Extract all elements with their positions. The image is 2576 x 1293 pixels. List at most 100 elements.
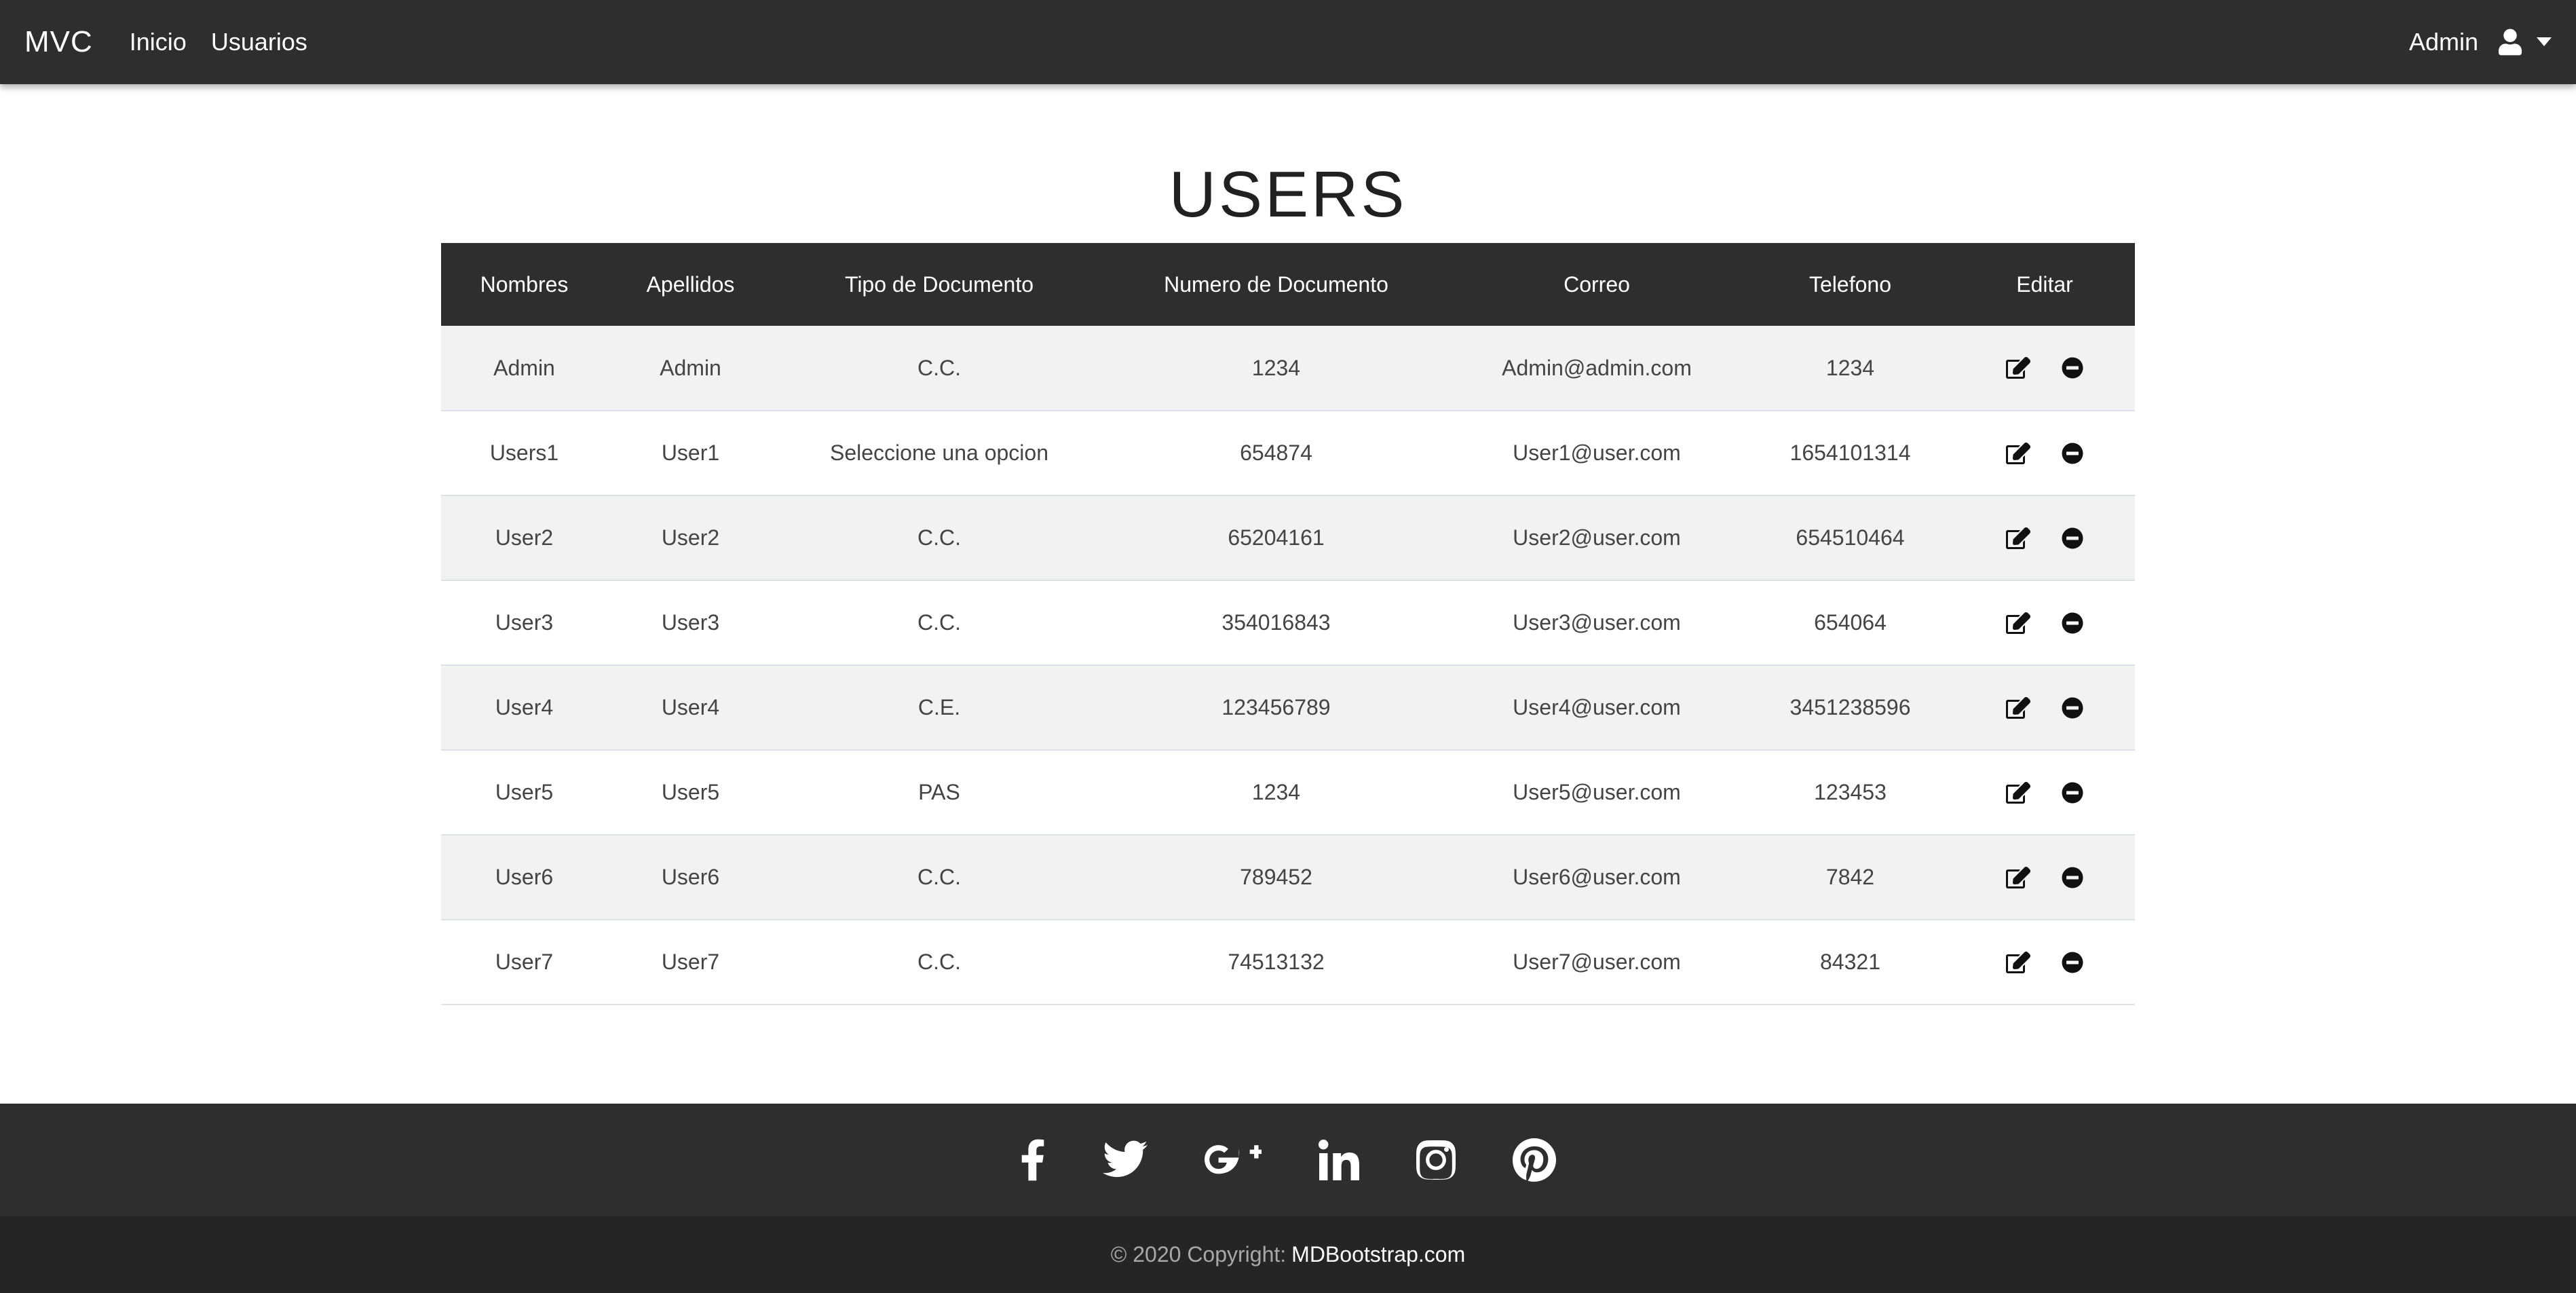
edit-icon[interactable] [2006,696,2030,719]
cell-correo: User4@user.com [1513,695,1681,719]
users-table-container: Nombres Apellidos Tipo de Documento Nume… [441,243,2135,1005]
table-row: User6 User6 C.C. 789452 User6@user.com 7842 [441,835,2135,920]
table-row: Users1 User1 Seleccione una opcion 654874 Us… [441,411,2135,495]
column-header-telefono: Telefono [1809,271,1891,297]
cell-apellidos: User3 [661,610,720,635]
row-actions [1954,781,2135,804]
cell-nombres: User4 [495,695,554,719]
cell-actions [1954,411,2135,495]
cell-nombres: User2 [495,525,554,550]
cell-apellidos: User6 [661,865,720,889]
table-row: User4 User4 C.E. 123456789 User4@user.com 345… [441,665,2135,750]
row-actions [1954,612,2135,634]
column-header-tipo-documento: Tipo de Documento [844,271,1034,297]
copyright-link[interactable]: MDBootstrap.com [1291,1242,1465,1267]
user-name: Admin [2408,28,2478,56]
row-actions [1954,951,2135,973]
edit-icon[interactable] [2006,866,2030,888]
twitter-icon[interactable] [1103,1140,1148,1180]
cell-correo: User2@user.com [1513,525,1681,550]
copyright-text: © 2020 Copyright: [1110,1242,1287,1267]
cell-telefono: 84321 [1820,950,1880,974]
table-row: User5 User5 PAS 1234 User5@user.com 123453 [441,750,2135,835]
cell-tipo-documento: C.C. [917,525,961,550]
cell-numero-documento: 65204161 [1228,525,1325,550]
cell-telefono: 654510464 [1796,525,1905,550]
cell-telefono: 1654101314 [1789,441,1911,465]
cell-tipo-documento: PAS [918,780,960,804]
cell-actions [1954,326,2135,411]
row-actions [1954,527,2135,549]
brand-logo[interactable]: MVC [24,25,93,59]
cell-telefono: 123453 [1814,780,1887,804]
remove-circle-icon[interactable] [2062,782,2083,804]
navbar: MVC Inicio Usuarios Admin [0,0,2576,84]
edit-icon[interactable] [2006,612,2030,634]
cell-correo: User3@user.com [1513,610,1681,635]
remove-circle-icon[interactable] [2062,697,2083,719]
row-actions [1954,442,2135,464]
cell-numero-documento: 354016843 [1221,610,1331,635]
edit-icon[interactable] [2006,527,2030,549]
cell-tipo-documento: C.C. [917,355,961,380]
cell-tipo-documento: C.C. [917,865,961,889]
cell-correo: Admin@admin.com [1502,355,1692,380]
column-header-numero-documento: Numero de Documento [1164,271,1388,297]
edit-icon[interactable] [2006,442,2030,464]
cell-numero-documento: 74513132 [1228,950,1325,974]
cell-nombres: User6 [495,865,554,889]
remove-circle-icon[interactable] [2062,357,2083,379]
cell-numero-documento: 1234 [1251,780,1301,804]
cell-apellidos: User1 [661,441,720,465]
cell-actions [1954,835,2135,920]
user-icon [2499,29,2522,56]
row-actions [1954,357,2135,379]
row-actions [1954,696,2135,719]
cell-nombres: User3 [495,610,554,635]
google-plus-icon[interactable] [1205,1142,1262,1178]
cell-nombres: User7 [495,950,554,974]
edit-icon[interactable] [2006,781,2030,804]
page-title: USERS [1169,158,1407,231]
edit-icon[interactable] [2006,357,2030,379]
instagram-icon[interactable] [1416,1140,1456,1180]
column-header-nombres: Nombres [480,271,569,297]
cell-tipo-documento: C.E. [917,695,961,719]
facebook-icon[interactable] [1020,1137,1046,1183]
column-header-correo: Correo [1564,271,1630,297]
cell-actions [1954,750,2135,835]
nav-link-usuarios[interactable]: Usuarios [211,28,307,56]
remove-circle-icon[interactable] [2062,952,2083,973]
cell-tipo-documento: C.C. [917,950,961,974]
remove-circle-icon[interactable] [2062,612,2083,634]
users-table: Nombres Apellidos Tipo de Documento Nume… [441,243,2135,1005]
cell-actions [1954,665,2135,750]
footer-social-bar [0,1104,2576,1216]
column-header-apellidos: Apellidos [646,271,735,297]
pinterest-icon[interactable] [1513,1138,1556,1182]
table-header-row: Nombres Apellidos Tipo de Documento Nume… [441,243,2135,326]
cell-nombres: Admin [493,355,555,380]
remove-circle-icon[interactable] [2062,867,2083,888]
cell-correo: User1@user.com [1513,441,1681,465]
cell-apellidos: User2 [661,525,720,550]
edit-icon[interactable] [2006,951,2030,973]
cell-apellidos: User5 [661,780,720,804]
cell-correo: User6@user.com [1513,865,1681,889]
nav-link-inicio[interactable]: Inicio [130,28,187,56]
cell-numero-documento: 123456789 [1221,695,1331,719]
remove-circle-icon[interactable] [2062,527,2083,549]
cell-apellidos: User7 [661,950,720,974]
cell-correo: User7@user.com [1513,950,1681,974]
cell-telefono: 7842 [1825,865,1875,889]
cell-telefono: 1234 [1825,355,1875,380]
cell-numero-documento: 654874 [1240,441,1312,465]
cell-telefono: 654064 [1814,610,1887,635]
caret-down-icon [2537,37,2552,47]
remove-circle-icon[interactable] [2062,443,2083,464]
cell-actions [1954,920,2135,1005]
user-dropdown[interactable]: Admin [2409,28,2552,56]
cell-tipo-documento: Seleccione una opcion [829,441,1048,465]
linkedin-icon[interactable] [1319,1140,1359,1180]
table-row: User7 User7 C.C. 74513132 User7@user.com 8432… [441,920,2135,1005]
